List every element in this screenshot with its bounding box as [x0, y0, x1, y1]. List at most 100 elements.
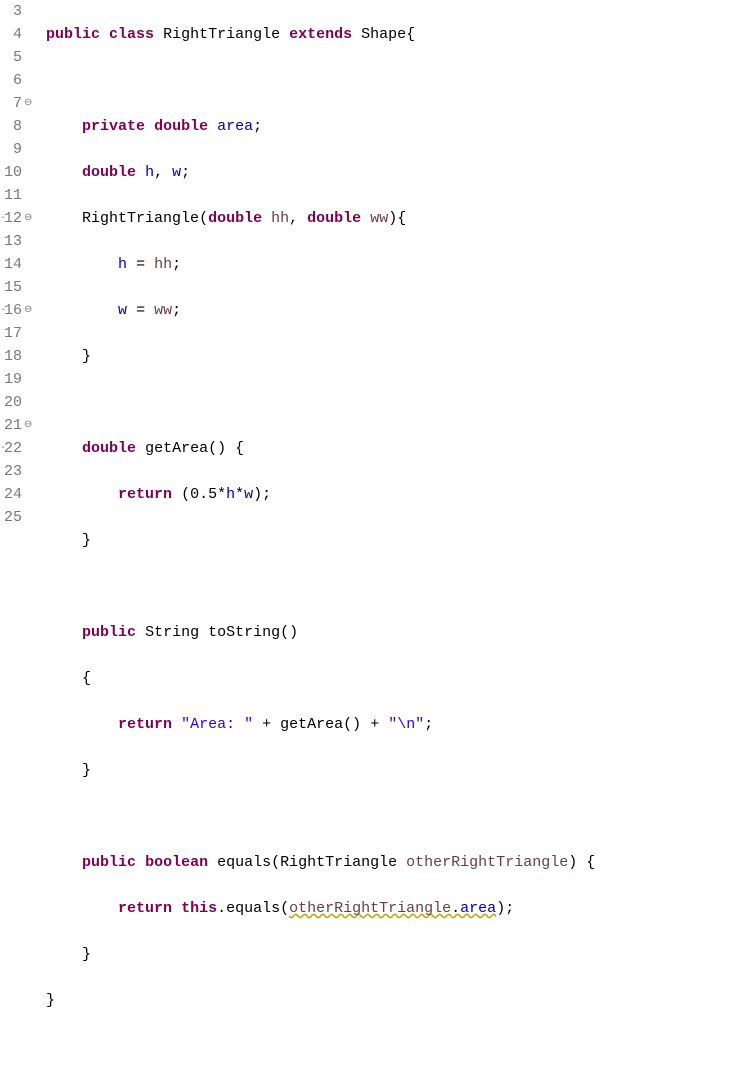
semi: ; — [424, 716, 433, 733]
gutter-row: 9 — [4, 138, 32, 161]
code-line: h = hh; — [46, 253, 595, 276]
override-marker-icon: - — [0, 437, 6, 460]
code-line: return (0.5*h*w); — [46, 483, 595, 506]
semi: ; — [172, 302, 181, 319]
lparen: ( — [280, 624, 289, 641]
line-number[interactable]: 15 — [4, 276, 22, 299]
field-h: h — [118, 256, 127, 273]
gutter-row: -22 — [4, 437, 32, 460]
rparen: ) — [217, 440, 226, 457]
line-number[interactable]: 8 — [4, 115, 22, 138]
line-number[interactable]: 10 — [4, 161, 22, 184]
code-line: return this.equals(otherRightTriangle.ar… — [46, 897, 595, 920]
lparen: ( — [181, 486, 190, 503]
line-number[interactable]: 12 — [4, 207, 22, 230]
keyword-double: double — [82, 164, 136, 181]
field-w: w — [118, 302, 127, 319]
param-hh: hh — [271, 210, 289, 227]
eq: = — [136, 256, 145, 273]
code-line: private double area; — [46, 115, 595, 138]
line-number[interactable]: 7 — [4, 92, 22, 115]
lparen: ( — [199, 210, 208, 227]
rparen: ) — [496, 900, 505, 917]
param-ww: ww — [154, 302, 172, 319]
line-number[interactable]: 14 — [4, 253, 22, 276]
code-editor-content[interactable]: public class RightTriangle extends Shape… — [38, 0, 603, 1081]
code-line — [46, 69, 595, 92]
keyword-double: double — [307, 210, 361, 227]
code-line — [46, 805, 595, 828]
code-line: } — [46, 759, 595, 782]
code-line: } — [46, 345, 595, 368]
gutter-row: 21⊖ — [4, 414, 32, 437]
comma: , — [154, 164, 163, 181]
fold-toggle-icon[interactable]: ⊖ — [24, 92, 32, 115]
line-number[interactable]: 17 — [4, 322, 22, 345]
line-number[interactable]: 24 — [4, 483, 22, 506]
gutter-row: 5 — [4, 46, 32, 69]
line-number[interactable]: 13 — [4, 230, 22, 253]
code-line — [46, 391, 595, 414]
fold-toggle-icon[interactable]: ⊖ — [24, 207, 32, 230]
line-number[interactable]: 18 — [4, 345, 22, 368]
rparen: ) — [568, 854, 577, 871]
gutter-row: -12⊖ — [4, 207, 32, 230]
star: * — [235, 486, 244, 503]
field-w: w — [244, 486, 253, 503]
eq: = — [136, 302, 145, 319]
keyword-return: return — [118, 900, 172, 917]
code-line: double getArea() { — [46, 437, 595, 460]
gutter-row: 10 — [4, 161, 32, 184]
gutter-row: 14 — [4, 253, 32, 276]
gutter-row: 25 — [4, 506, 32, 529]
keyword-return: return — [118, 486, 172, 503]
semi: ; — [253, 118, 262, 135]
rparen: ) — [289, 624, 298, 641]
line-number[interactable]: 3 — [4, 0, 22, 23]
plus: + — [262, 716, 271, 733]
line-number[interactable]: 9 — [4, 138, 22, 161]
param-type: RightTriangle — [280, 854, 397, 871]
override-marker-icon: - — [0, 299, 6, 322]
rparen: ) — [388, 210, 397, 227]
gutter-row: 4 — [4, 23, 32, 46]
line-number[interactable]: 16 — [4, 299, 22, 322]
super-class: Shape — [361, 26, 406, 43]
line-number[interactable]: 20 — [4, 391, 22, 414]
gutter-row: 13 — [4, 230, 32, 253]
type-string: String — [145, 624, 199, 641]
override-marker-icon: - — [0, 207, 6, 230]
line-number[interactable]: 21 — [4, 414, 22, 437]
gutter-row: 15 — [4, 276, 32, 299]
line-number[interactable]: 5 — [4, 46, 22, 69]
semi: ; — [505, 900, 514, 917]
lparen: ( — [343, 716, 352, 733]
code-line: w = ww; — [46, 299, 595, 322]
keyword-public: public — [82, 624, 136, 641]
field-h: h — [145, 164, 154, 181]
line-number[interactable]: 6 — [4, 69, 22, 92]
fold-toggle-icon[interactable]: ⊖ — [24, 299, 32, 322]
line-number[interactable]: 4 — [4, 23, 22, 46]
warn-expr-other: otherRightTriangle — [289, 900, 451, 917]
keyword-public: public — [82, 854, 136, 871]
brace: { — [82, 670, 91, 687]
code-line: public String toString() — [46, 621, 595, 644]
brace: { — [586, 854, 595, 871]
brace: { — [397, 210, 406, 227]
brace: { — [406, 26, 415, 43]
code-line: public boolean equals(RightTriangle othe… — [46, 851, 595, 874]
line-number[interactable]: 22 — [4, 437, 22, 460]
line-number[interactable]: 25 — [4, 506, 22, 529]
line-number[interactable]: 19 — [4, 368, 22, 391]
keyword-return: return — [118, 716, 172, 733]
fold-toggle-icon[interactable]: ⊖ — [24, 414, 32, 437]
brace: } — [82, 762, 91, 779]
line-number-gutter: 34567⊖891011-12⊖131415-16⊖1718192021⊖-22… — [0, 0, 38, 1081]
gutter-row: 11 — [4, 184, 32, 207]
gutter-row: 3 — [4, 0, 32, 23]
line-number[interactable]: 23 — [4, 460, 22, 483]
keyword-public: public — [46, 26, 100, 43]
gutter-row: 24 — [4, 483, 32, 506]
line-number[interactable]: 11 — [4, 184, 22, 207]
